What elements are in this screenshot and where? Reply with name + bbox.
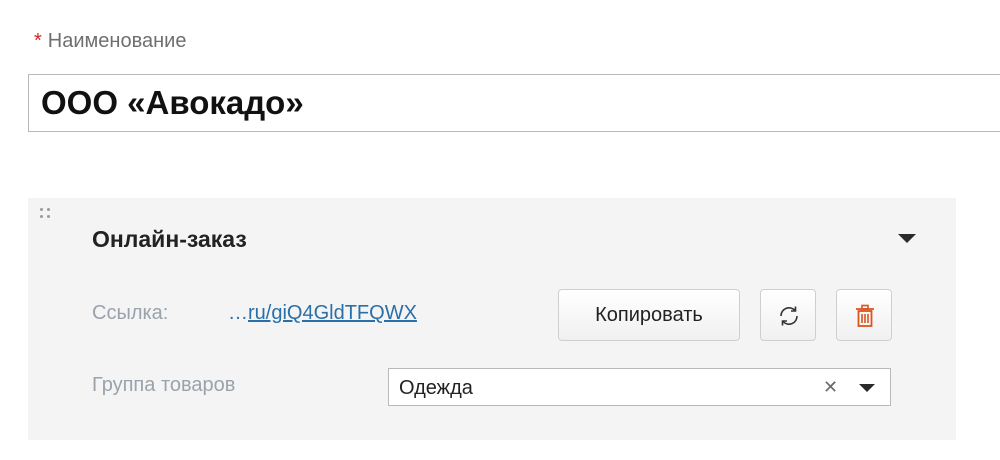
product-group-label: Группа товаров	[92, 374, 236, 396]
copy-button[interactable]: Копировать	[558, 289, 740, 341]
link-url: ru/giQ4GldTFQWX	[248, 302, 417, 324]
online-order-panel: Онлайн-заказ Ссылка: …ru/giQ4GldTFQWX Ко…	[28, 198, 956, 440]
name-field-label: * Наименование	[34, 30, 186, 53]
delete-button[interactable]	[836, 289, 892, 341]
link-ellipsis: …	[228, 302, 248, 324]
drag-handle-icon[interactable]	[40, 208, 52, 220]
product-group-select[interactable]: Одежда ✕	[388, 368, 891, 406]
chevron-down-icon[interactable]	[859, 384, 875, 392]
trash-icon	[856, 304, 874, 327]
name-label-text: Наименование	[47, 30, 187, 52]
required-mark: *	[34, 30, 42, 52]
refresh-icon	[780, 306, 798, 326]
order-link[interactable]: …ru/giQ4GldTFQWX	[228, 302, 417, 325]
product-group-value: Одежда	[399, 377, 473, 399]
refresh-button[interactable]	[760, 289, 816, 341]
link-label: Ссылка:	[92, 302, 169, 324]
panel-title: Онлайн-заказ	[92, 226, 247, 252]
name-input[interactable]	[28, 74, 1000, 132]
clear-icon[interactable]: ✕	[823, 377, 838, 398]
chevron-down-icon[interactable]	[898, 234, 916, 243]
page: *Наименование Онлайн-заказ Ссылка: …ru/g…	[0, 0, 1000, 460]
